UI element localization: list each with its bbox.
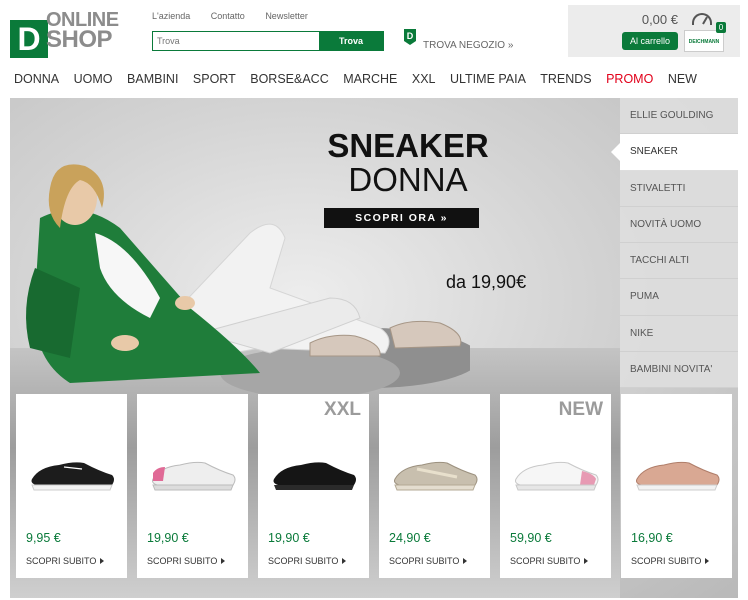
nav-item-ultime-paia[interactable]: ULTIME PAIA [450, 72, 526, 86]
top-link-newsletter[interactable]: Newsletter [265, 11, 308, 21]
search-input[interactable] [153, 32, 319, 50]
product-tag: XXL [324, 399, 361, 420]
category-side-menu: ELLIE GOULDING SNEAKER STIVALETTI NOVITÀ… [611, 98, 738, 389]
top-link-azienda[interactable]: L'azienda [152, 11, 190, 21]
hero-price: da 19,90€ [446, 272, 527, 292]
side-item-stivaletti[interactable]: STIVALETTI [620, 170, 738, 207]
product-card[interactable]: 19,90 € SCOPRI SUBITO [137, 394, 248, 578]
main-nav: DONNA UOMO BAMBINI SPORT BORSE&ACC MARCH… [14, 72, 708, 86]
cart-panel: 0,00 € Al carrello DEICHMANN 0 [568, 5, 740, 57]
cart-total: 0,00 € [641, 12, 678, 27]
logo-line-2: SHOP [46, 26, 113, 53]
product-price: 9,95 € [26, 531, 61, 545]
nav-item-sport[interactable]: SPORT [193, 72, 236, 86]
nav-item-xxl[interactable]: XXL [412, 72, 436, 86]
nav-item-borse-acc[interactable]: BORSE&ACC [250, 72, 329, 86]
side-item-ellie-goulding[interactable]: ELLIE GOULDING [620, 98, 738, 135]
side-item-novita-uomo[interactable]: NOVITÀ UOMO [620, 206, 738, 244]
product-price: 59,90 € [510, 531, 552, 545]
product-card[interactable]: XXL 19,90 € SCOPRI SUBITO [258, 394, 369, 578]
product-cta-link[interactable]: SCOPRI SUBITO [268, 556, 346, 566]
product-cta-link[interactable]: SCOPRI SUBITO [389, 556, 467, 566]
product-cta-link[interactable]: SCOPRI SUBITO [631, 556, 709, 566]
shopping-bag-icon[interactable]: DEICHMANN [684, 30, 724, 52]
search-button[interactable]: Trova [319, 32, 383, 50]
sneaker-image [31, 462, 114, 491]
side-item-tacchi-alti[interactable]: TACCHI ALTI [620, 243, 738, 280]
nav-item-donna[interactable]: DONNA [14, 72, 59, 86]
sneaker-image [636, 461, 720, 491]
hero-cta-button[interactable]: SCOPRI ORA » [324, 208, 479, 228]
cart-button[interactable]: Al carrello [622, 32, 678, 50]
product-card[interactable]: 16,90 € SCOPRI SUBITO [621, 394, 732, 578]
nav-item-uomo[interactable]: UOMO [74, 72, 113, 86]
product-cta-link[interactable]: SCOPRI SUBITO [510, 556, 588, 566]
logo-text[interactable]: ONLINE SHOP [46, 10, 119, 53]
side-item-puma[interactable]: PUMA [620, 279, 738, 316]
product-card[interactable]: 9,95 € SCOPRI SUBITO [16, 394, 127, 578]
product-card[interactable]: 24,90 € SCOPRI SUBITO [379, 394, 490, 578]
sneaker-image [394, 461, 478, 491]
side-item-bambini-novita[interactable]: BAMBINI NOVITA' [620, 352, 738, 389]
sneaker-image [515, 461, 599, 491]
product-price: 19,90 € [268, 531, 310, 545]
gauge-icon [692, 13, 712, 25]
sneaker-image [152, 461, 236, 491]
nav-item-promo[interactable]: PROMO [606, 72, 653, 86]
product-price: 16,90 € [631, 531, 673, 545]
product-cta-link[interactable]: SCOPRI SUBITO [26, 556, 104, 566]
side-item-nike[interactable]: NIKE [620, 315, 738, 353]
store-pin-icon[interactable]: D [404, 29, 416, 45]
product-price: 24,90 € [389, 531, 431, 545]
product-price: 19,90 € [147, 531, 189, 545]
product-tag: NEW [558, 399, 603, 420]
nav-item-new[interactable]: NEW [668, 72, 697, 86]
cart-count-badge: 0 [716, 22, 726, 33]
hero-title: SNEAKER [327, 127, 489, 164]
hero-subtitle: DONNA [348, 161, 468, 198]
top-link-contatto[interactable]: Contatto [211, 11, 245, 21]
product-card[interactable]: NEW 59,90 € SCOPRI SUBITO [500, 394, 611, 578]
nav-item-marche[interactable]: MARCHE [343, 72, 397, 86]
nav-item-bambini[interactable]: BAMBINI [127, 72, 178, 86]
sneaker-image [273, 462, 356, 490]
top-links: L'azienda Contatto Newsletter [152, 11, 326, 21]
logo-mark[interactable]: D [10, 20, 48, 58]
search-bar: Trova [152, 31, 384, 51]
nav-item-trends[interactable]: TRENDS [540, 72, 591, 86]
store-locator-link[interactable]: TROVA NEGOZIO » [423, 40, 513, 51]
side-item-sneaker[interactable]: SNEAKER [611, 134, 738, 171]
product-cta-link[interactable]: SCOPRI SUBITO [147, 556, 225, 566]
